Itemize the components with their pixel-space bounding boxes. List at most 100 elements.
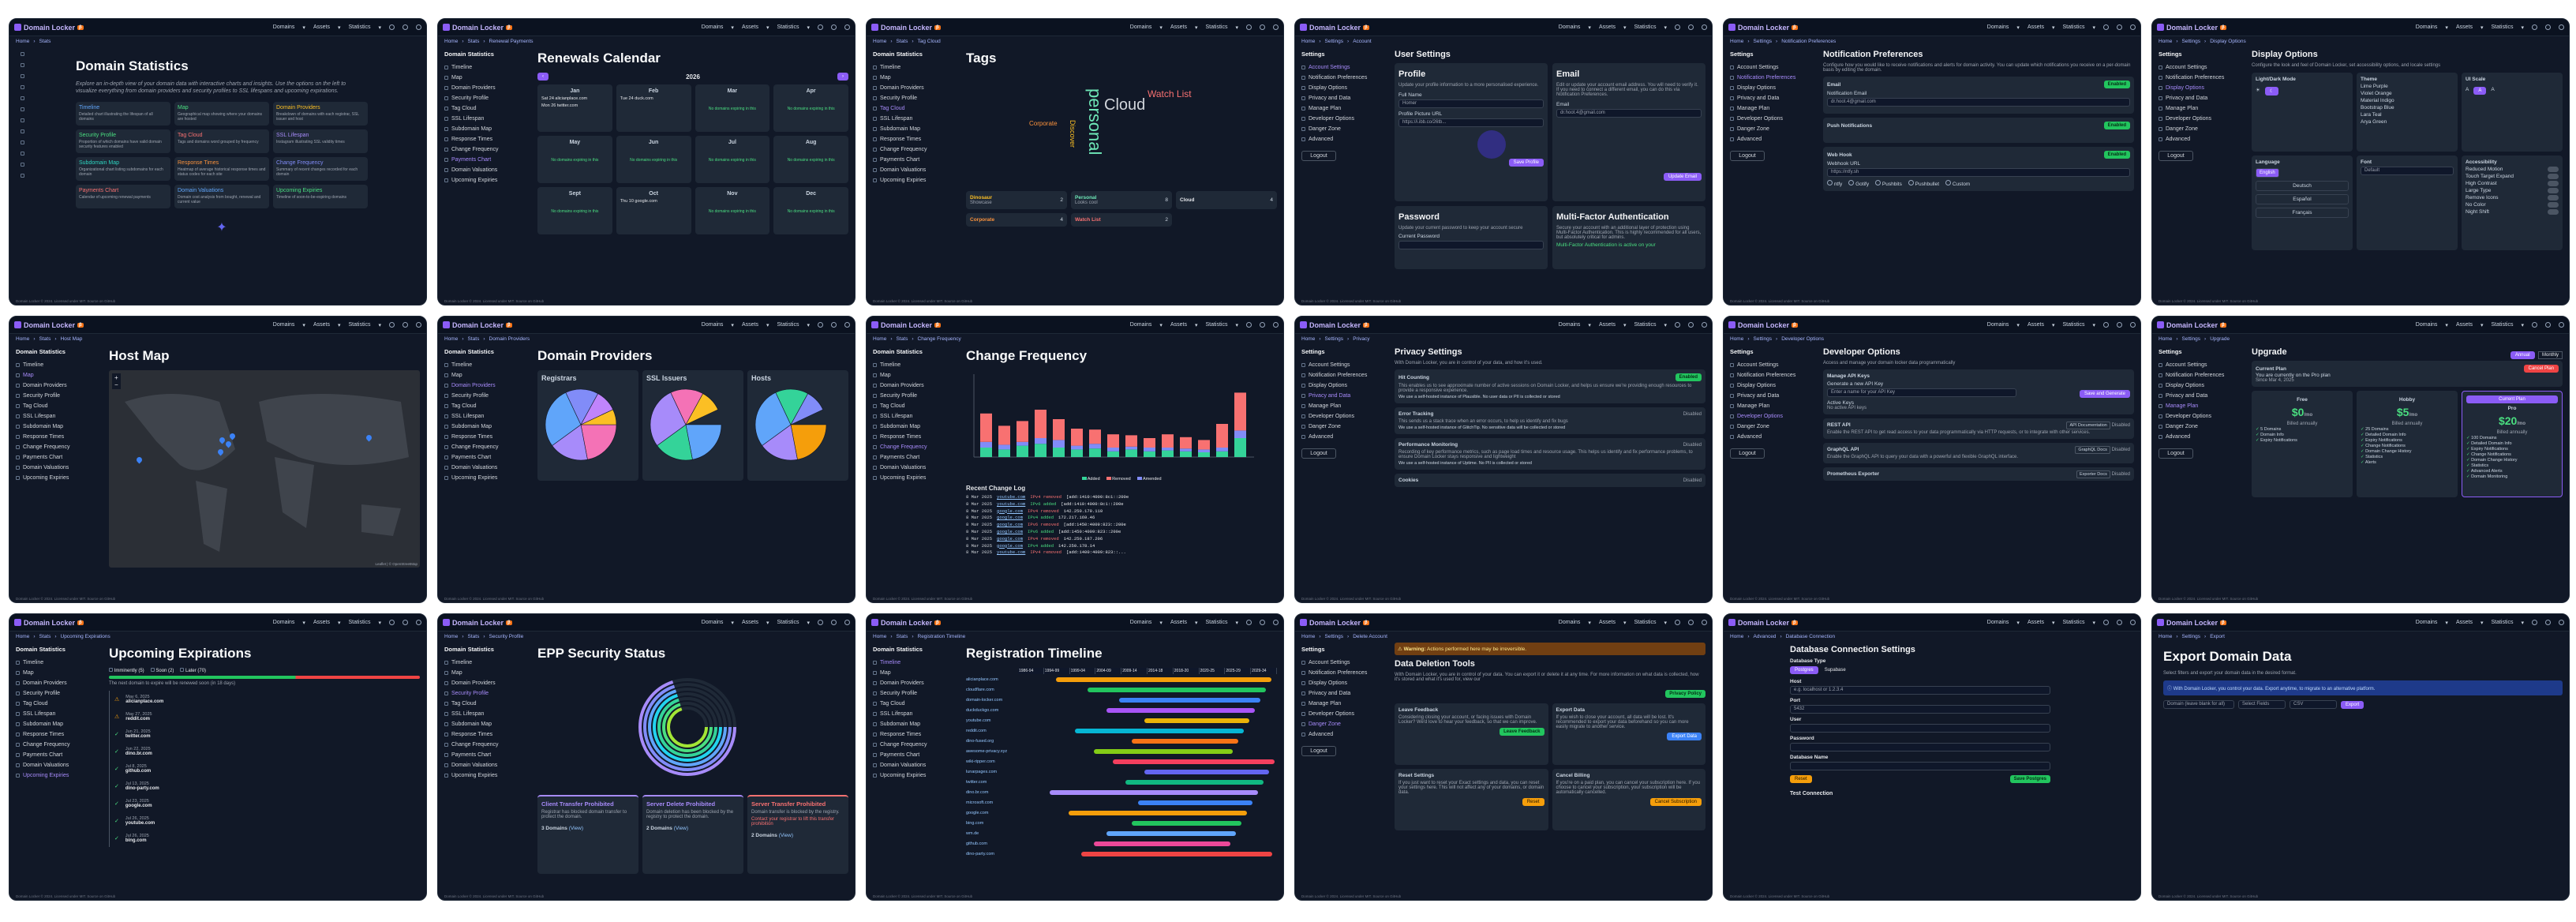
timeline-bar[interactable] — [1056, 677, 1271, 682]
timeline-bar[interactable] — [1075, 728, 1244, 733]
filter-checkbox[interactable]: Imminently (5) — [109, 668, 144, 673]
sidebar-icon[interactable] — [21, 118, 24, 122]
sidebar-item[interactable]: Display Options — [1301, 678, 1382, 688]
nav-statistics[interactable]: Statistics — [2062, 322, 2084, 328]
toggle[interactable]: Enabled — [1675, 373, 1702, 381]
bell-icon[interactable] — [1688, 620, 1694, 625]
sidebar-item[interactable]: SSL Lifespan — [16, 411, 96, 422]
nav-domains[interactable]: Domains — [1559, 24, 1581, 30]
search-icon[interactable] — [1675, 322, 1680, 328]
sidebar-item[interactable]: Account Settings — [1730, 360, 1810, 370]
timeline-bar[interactable] — [1144, 718, 1249, 723]
timeline-row[interactable]: ✓ Jun 22, 2025 dino.br.com — [109, 743, 420, 760]
annual-toggle[interactable]: Annual — [2510, 351, 2535, 359]
log-domain[interactable]: google.com — [997, 529, 1023, 536]
bell-icon[interactable] — [402, 24, 408, 30]
bell-icon[interactable] — [831, 322, 837, 328]
settings-icon[interactable] — [1702, 620, 1707, 625]
timeline-domain[interactable]: twitter.com — [966, 780, 1018, 785]
db-field-input[interactable] — [1790, 762, 2050, 770]
card-action-button[interactable]: Export Data — [1667, 733, 1702, 740]
timeline-bar[interactable] — [1138, 800, 1252, 805]
chart-bar[interactable] — [1017, 421, 1028, 442]
nav-statistics[interactable]: Statistics — [2491, 24, 2513, 30]
scale-small[interactable]: A — [2466, 87, 2469, 95]
world-map[interactable]: + − Leaflet | © OpenStreetMap — [109, 370, 420, 568]
sidebar-item[interactable]: Account Settings — [1301, 658, 1382, 668]
sidebar-item[interactable]: Map — [16, 668, 96, 678]
sidebar-item[interactable]: Advanced — [2159, 134, 2239, 144]
breadcrumb-item[interactable]: Settings — [2182, 634, 2201, 639]
breadcrumb-item[interactable]: Settings — [2182, 39, 2201, 44]
chart-bar[interactable] — [998, 444, 1010, 450]
timeline-row[interactable]: ✓ Jul 26, 2025 bing.com — [109, 830, 420, 847]
chart-bar[interactable] — [1198, 440, 1210, 450]
breadcrumb-item[interactable]: Home — [16, 634, 29, 639]
breadcrumb-item[interactable]: Home — [1730, 634, 1743, 639]
breadcrumb-item[interactable]: Stats — [897, 39, 908, 44]
chart-bar[interactable] — [980, 448, 992, 457]
nav-assets[interactable]: Assets — [2027, 620, 2044, 625]
brand-logo[interactable]: Domain Locker β — [1300, 321, 1369, 329]
nav-domains[interactable]: Domains — [1987, 620, 2009, 625]
theme-option[interactable]: Bootstrap Blue — [2361, 105, 2454, 111]
nav-assets[interactable]: Assets — [1170, 620, 1187, 625]
sidebar-item[interactable]: Security Profile — [16, 688, 96, 699]
chart-bar[interactable] — [1071, 445, 1083, 450]
bell-icon[interactable] — [831, 620, 837, 625]
tag-cloud-word[interactable]: Cloud — [1104, 96, 1145, 114]
feature-card[interactable]: Change Frequency Summary of recent change… — [273, 156, 368, 181]
sidebar-item[interactable]: Timeline — [444, 360, 525, 370]
plan-card[interactable]: Hobby $5/mo Billed annually ✓ 25 Domains ✓ D… — [2357, 391, 2458, 497]
card-action-button[interactable]: Leave Feedback — [1500, 728, 1544, 736]
breadcrumb-item[interactable]: Stats — [897, 336, 908, 342]
theme-option[interactable]: Lara Teal — [2361, 112, 2454, 118]
sidebar-item[interactable]: Advanced — [1301, 729, 1382, 740]
brand-logo[interactable]: Domain Locker β — [1300, 24, 1369, 32]
chart-bar[interactable] — [980, 441, 992, 448]
sidebar-item[interactable]: Tag Cloud — [444, 401, 525, 411]
chart-bar[interactable] — [998, 449, 1010, 457]
settings-icon[interactable] — [844, 322, 850, 328]
nav-statistics[interactable]: Statistics — [1634, 322, 1656, 328]
font-select[interactable]: Default — [2361, 167, 2454, 175]
field-input[interactable]: https://ntfy.sh — [1827, 168, 2130, 177]
nav-assets[interactable]: Assets — [1170, 24, 1187, 30]
nav-assets[interactable]: Assets — [1599, 24, 1616, 30]
sidebar-icon[interactable] — [21, 152, 24, 156]
sidebar-item[interactable]: Developer Options — [2159, 411, 2239, 422]
sidebar-item[interactable]: Privacy and Data — [1301, 688, 1382, 699]
brand-logo[interactable]: Domain Locker β — [1728, 321, 1798, 329]
view-link[interactable]: (View) — [674, 826, 688, 831]
nav-assets[interactable]: Assets — [2027, 24, 2044, 30]
search-icon[interactable] — [1246, 322, 1252, 328]
sidebar-item[interactable]: Developer Options — [1301, 114, 1382, 124]
current-password-input[interactable] — [1398, 241, 1544, 249]
legend-item[interactable]: Removed — [1106, 477, 1131, 482]
nav-statistics[interactable]: Statistics — [2491, 620, 2513, 625]
sidebar-icon[interactable] — [21, 74, 24, 78]
monthly-toggle[interactable]: Monthly — [2537, 351, 2563, 359]
sidebar-item[interactable]: Timeline — [16, 360, 96, 370]
timeline-domain[interactable]: bing.com — [966, 821, 1018, 826]
breadcrumb-item[interactable]: Settings — [1754, 336, 1773, 342]
sidebar-item[interactable]: Payments Chart — [873, 155, 953, 165]
timeline-domain[interactable]: youtube.com — [966, 718, 1018, 723]
sidebar-icon[interactable] — [21, 96, 24, 100]
timeline-domain[interactable]: cloudflare.com — [966, 688, 1018, 692]
timeline-bar[interactable] — [1081, 851, 1272, 856]
breadcrumb-item[interactable]: Delete Account — [1353, 634, 1387, 639]
timeline-bar[interactable] — [1119, 697, 1260, 703]
toggle-switch[interactable] — [2548, 181, 2559, 186]
filter-checkbox[interactable]: Soon (2) — [150, 668, 174, 673]
sidebar-item[interactable]: Privacy and Data — [1301, 93, 1382, 103]
bell-icon[interactable] — [1688, 322, 1694, 328]
search-icon[interactable] — [1246, 24, 1252, 30]
timeline-row[interactable]: ✓ Jul 23, 2025 google.com — [109, 795, 420, 812]
sidebar-item[interactable]: Display Options — [2159, 83, 2239, 93]
nav-domains[interactable]: Domains — [2416, 322, 2438, 328]
breadcrumb-item[interactable]: Stats — [39, 39, 51, 44]
feature-card[interactable]: Response Times Heatmap of average histori… — [174, 156, 269, 181]
timeline-bar[interactable] — [1125, 779, 1264, 785]
sidebar-item[interactable]: Notification Preferences — [1730, 370, 1810, 380]
